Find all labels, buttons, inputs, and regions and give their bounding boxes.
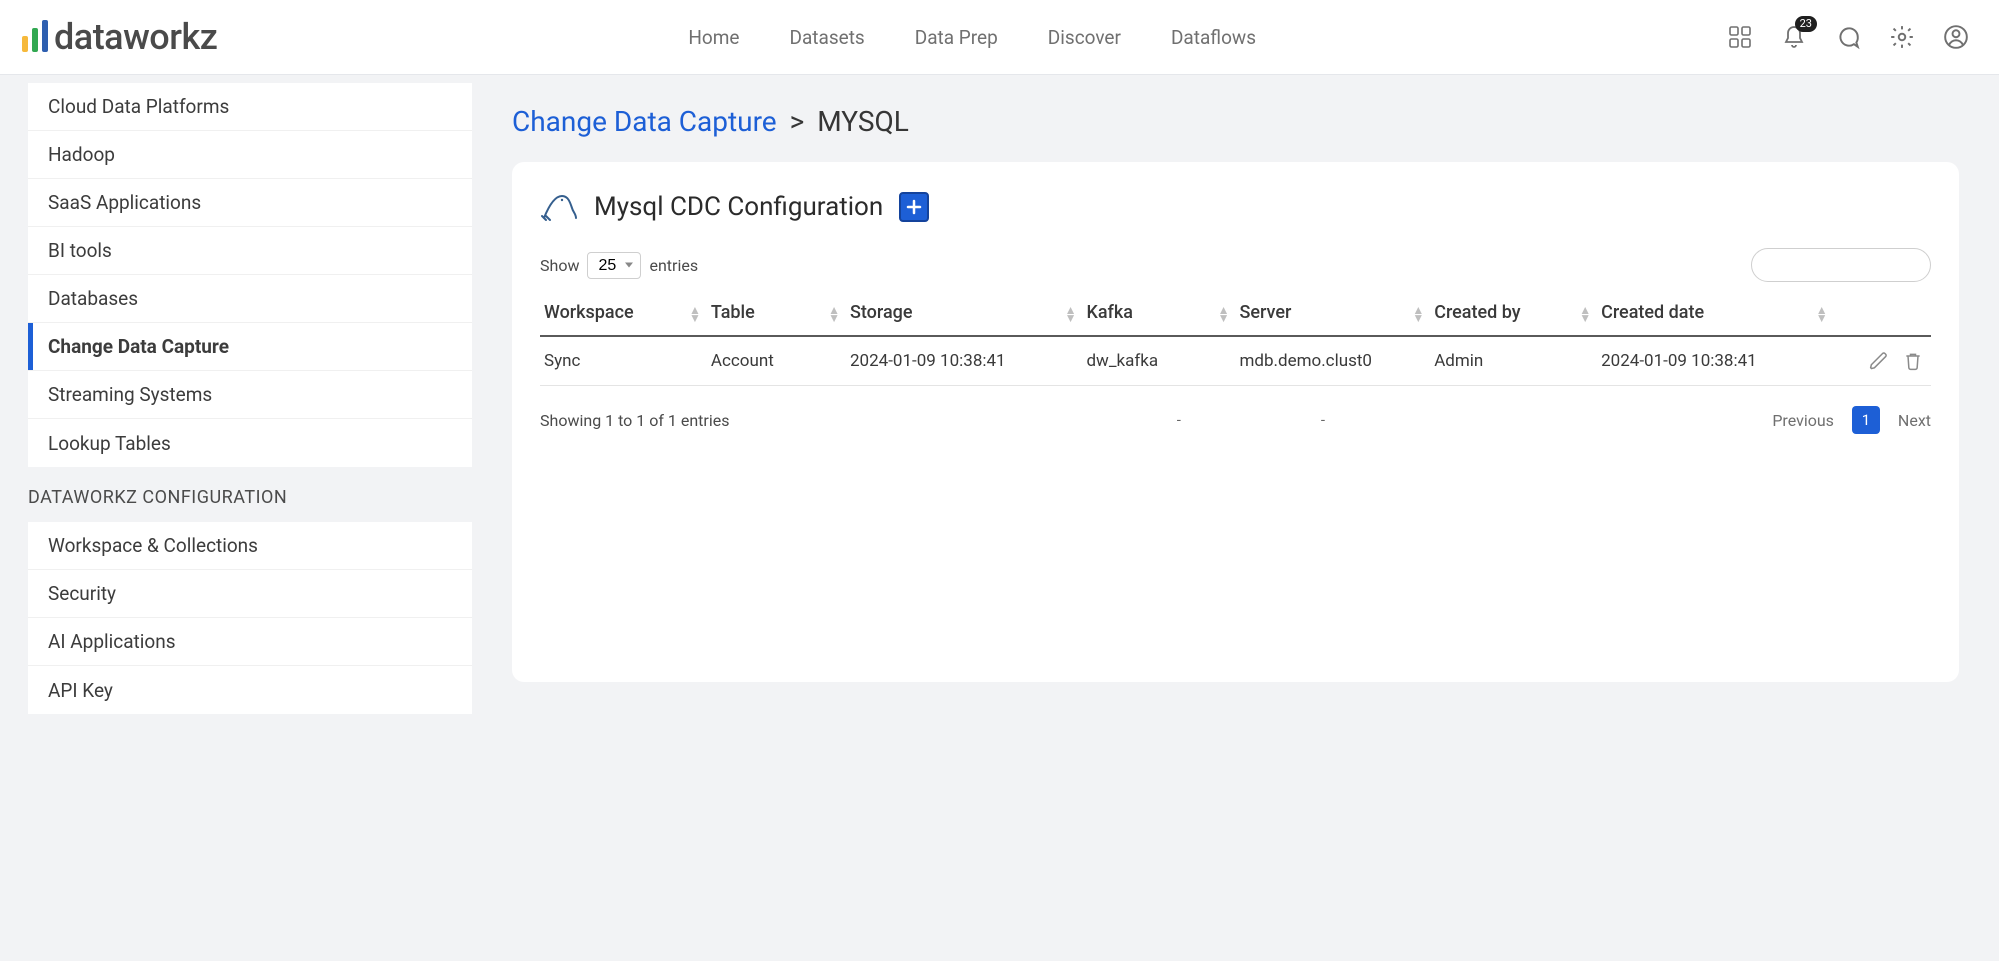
sidebar-item-change-data-capture[interactable]: Change Data Capture: [28, 323, 472, 371]
sidebar-item-label: Workspace & Collections: [48, 534, 258, 557]
plus-icon: [906, 199, 922, 215]
sidebar-item-label: Hadoop: [48, 143, 115, 166]
chat-icon[interactable]: [1835, 24, 1861, 50]
row-actions: [1838, 351, 1923, 371]
sidebar-item-label: Security: [48, 582, 116, 605]
top-nav: Home Datasets Data Prep Discover Dataflo…: [688, 26, 1256, 49]
trash-icon: [1903, 351, 1923, 371]
sort-icon[interactable]: ▲▼: [1579, 306, 1591, 322]
sidebar-item-label: Lookup Tables: [48, 432, 171, 455]
sort-icon[interactable]: ▲▼: [828, 306, 840, 322]
prev-button[interactable]: Previous: [1772, 411, 1834, 430]
entries-selector: Show 25 entries: [540, 252, 698, 279]
sidebar-item-api-key[interactable]: API Key: [28, 666, 472, 714]
sidebar-item-label: Change Data Capture: [48, 335, 229, 358]
table-info: Showing 1 to 1 of 1 entries: [540, 411, 729, 430]
sidebar-item-databases[interactable]: Databases: [28, 275, 472, 323]
nav-dataflows[interactable]: Dataflows: [1171, 26, 1256, 49]
edit-button[interactable]: [1869, 351, 1889, 371]
user-icon[interactable]: [1943, 24, 1969, 50]
sidebar-item-label: Cloud Data Platforms: [48, 95, 229, 118]
nav-home[interactable]: Home: [688, 26, 739, 49]
table-controls: Show 25 entries: [540, 248, 1931, 282]
sidebar-item-hadoop[interactable]: Hadoop: [28, 131, 472, 179]
cell-created-by: Admin: [1430, 336, 1597, 386]
sidebar-item-label: Streaming Systems: [48, 383, 212, 406]
brand-name: dataworkz: [54, 16, 217, 58]
sidebar-item-streaming-systems[interactable]: Streaming Systems: [28, 371, 472, 419]
sidebar-group-config: Workspace & Collections Security AI Appl…: [28, 522, 472, 714]
nav-data-prep[interactable]: Data Prep: [915, 26, 998, 49]
card-title: Mysql CDC Configuration: [594, 192, 883, 222]
sidebar-item-label: Databases: [48, 287, 138, 310]
header: dataworkz Home Datasets Data Prep Discov…: [0, 0, 1999, 75]
bell-icon[interactable]: 23: [1781, 24, 1807, 50]
mysql-icon: [540, 190, 578, 224]
cell-server: mdb.demo.clust0: [1235, 336, 1430, 386]
pencil-icon: [1869, 351, 1889, 371]
cell-table: Account: [707, 336, 846, 386]
sidebar: Cloud Data Platforms Hadoop SaaS Applica…: [0, 75, 472, 722]
breadcrumb-sep: >: [790, 105, 805, 138]
config-table: Workspace ▲▼ Table ▲▼ Storage ▲▼ Kafka ▲▼ Se…: [540, 292, 1931, 386]
sidebar-item-lookup-tables[interactable]: Lookup Tables: [28, 419, 472, 467]
sidebar-item-cloud-data-platforms[interactable]: Cloud Data Platforms: [28, 83, 472, 131]
breadcrumb-current: MYSQL: [817, 105, 909, 138]
table-row: Sync Account 2024-01-09 10:38:41 dw_kafk…: [540, 336, 1931, 386]
col-workspace[interactable]: Workspace: [544, 302, 634, 323]
search-input[interactable]: [1751, 248, 1931, 282]
notification-badge: 23: [1795, 16, 1817, 32]
page-number[interactable]: 1: [1852, 406, 1880, 434]
col-kafka[interactable]: Kafka: [1086, 302, 1133, 323]
main: Cloud Data Platforms Hadoop SaaS Applica…: [0, 75, 1999, 722]
sort-icon[interactable]: ▲▼: [1065, 306, 1077, 322]
col-table[interactable]: Table: [711, 302, 755, 323]
cell-kafka: dw_kafka: [1082, 336, 1235, 386]
col-created-date[interactable]: Created date: [1601, 302, 1704, 323]
sidebar-section-title: DATAWORKZ CONFIGURATION: [0, 467, 472, 522]
entries-select[interactable]: 25: [587, 252, 641, 279]
cell-storage: 2024-01-09 10:38:41: [846, 336, 1082, 386]
gear-icon[interactable]: [1889, 24, 1915, 50]
sidebar-item-bi-tools[interactable]: BI tools: [28, 227, 472, 275]
pagination: Previous 1 Next: [1772, 406, 1931, 434]
sidebar-item-label: AI Applications: [48, 630, 176, 653]
sidebar-item-security[interactable]: Security: [28, 570, 472, 618]
sidebar-item-saas-applications[interactable]: SaaS Applications: [28, 179, 472, 227]
content: Change Data Capture > MYSQL Mysql CDC Co…: [472, 75, 1999, 722]
show-label-post: entries: [649, 256, 698, 275]
cell-workspace: Sync: [540, 336, 707, 386]
breadcrumb-root[interactable]: Change Data Capture: [512, 105, 777, 138]
sort-icon[interactable]: ▲▼: [1412, 306, 1424, 322]
sort-icon[interactable]: ▲▼: [1218, 306, 1230, 322]
apps-icon[interactable]: [1727, 24, 1753, 50]
next-button[interactable]: Next: [1898, 411, 1931, 430]
sidebar-item-ai-applications[interactable]: AI Applications: [28, 618, 472, 666]
sidebar-item-workspace-collections[interactable]: Workspace & Collections: [28, 522, 472, 570]
add-config-button[interactable]: [899, 192, 929, 222]
table-footer: Showing 1 to 1 of 1 entries -- Previous …: [540, 406, 1931, 434]
show-label-pre: Show: [540, 256, 579, 275]
col-created-by[interactable]: Created by: [1434, 302, 1520, 323]
delete-button[interactable]: [1903, 351, 1923, 371]
brand-logo[interactable]: dataworkz: [20, 16, 217, 58]
breadcrumb: Change Data Capture > MYSQL: [512, 105, 1959, 138]
header-icons: 23: [1727, 24, 1969, 50]
sidebar-item-label: API Key: [48, 679, 113, 702]
sidebar-item-label: BI tools: [48, 239, 112, 262]
footer-dashes: --: [729, 411, 1772, 429]
sort-icon[interactable]: ▲▼: [1816, 306, 1828, 322]
sidebar-group-connectors: Cloud Data Platforms Hadoop SaaS Applica…: [28, 83, 472, 467]
logo-icon: [20, 18, 50, 56]
sort-icon[interactable]: ▲▼: [689, 306, 701, 322]
sidebar-item-label: SaaS Applications: [48, 191, 201, 214]
nav-datasets[interactable]: Datasets: [789, 26, 864, 49]
config-card: Mysql CDC Configuration Show 25 entries: [512, 162, 1959, 682]
col-storage[interactable]: Storage: [850, 302, 913, 323]
card-title-row: Mysql CDC Configuration: [540, 190, 1931, 224]
nav-discover[interactable]: Discover: [1048, 26, 1121, 49]
col-server[interactable]: Server: [1239, 302, 1291, 323]
cell-created-date: 2024-01-09 10:38:41: [1597, 336, 1833, 386]
